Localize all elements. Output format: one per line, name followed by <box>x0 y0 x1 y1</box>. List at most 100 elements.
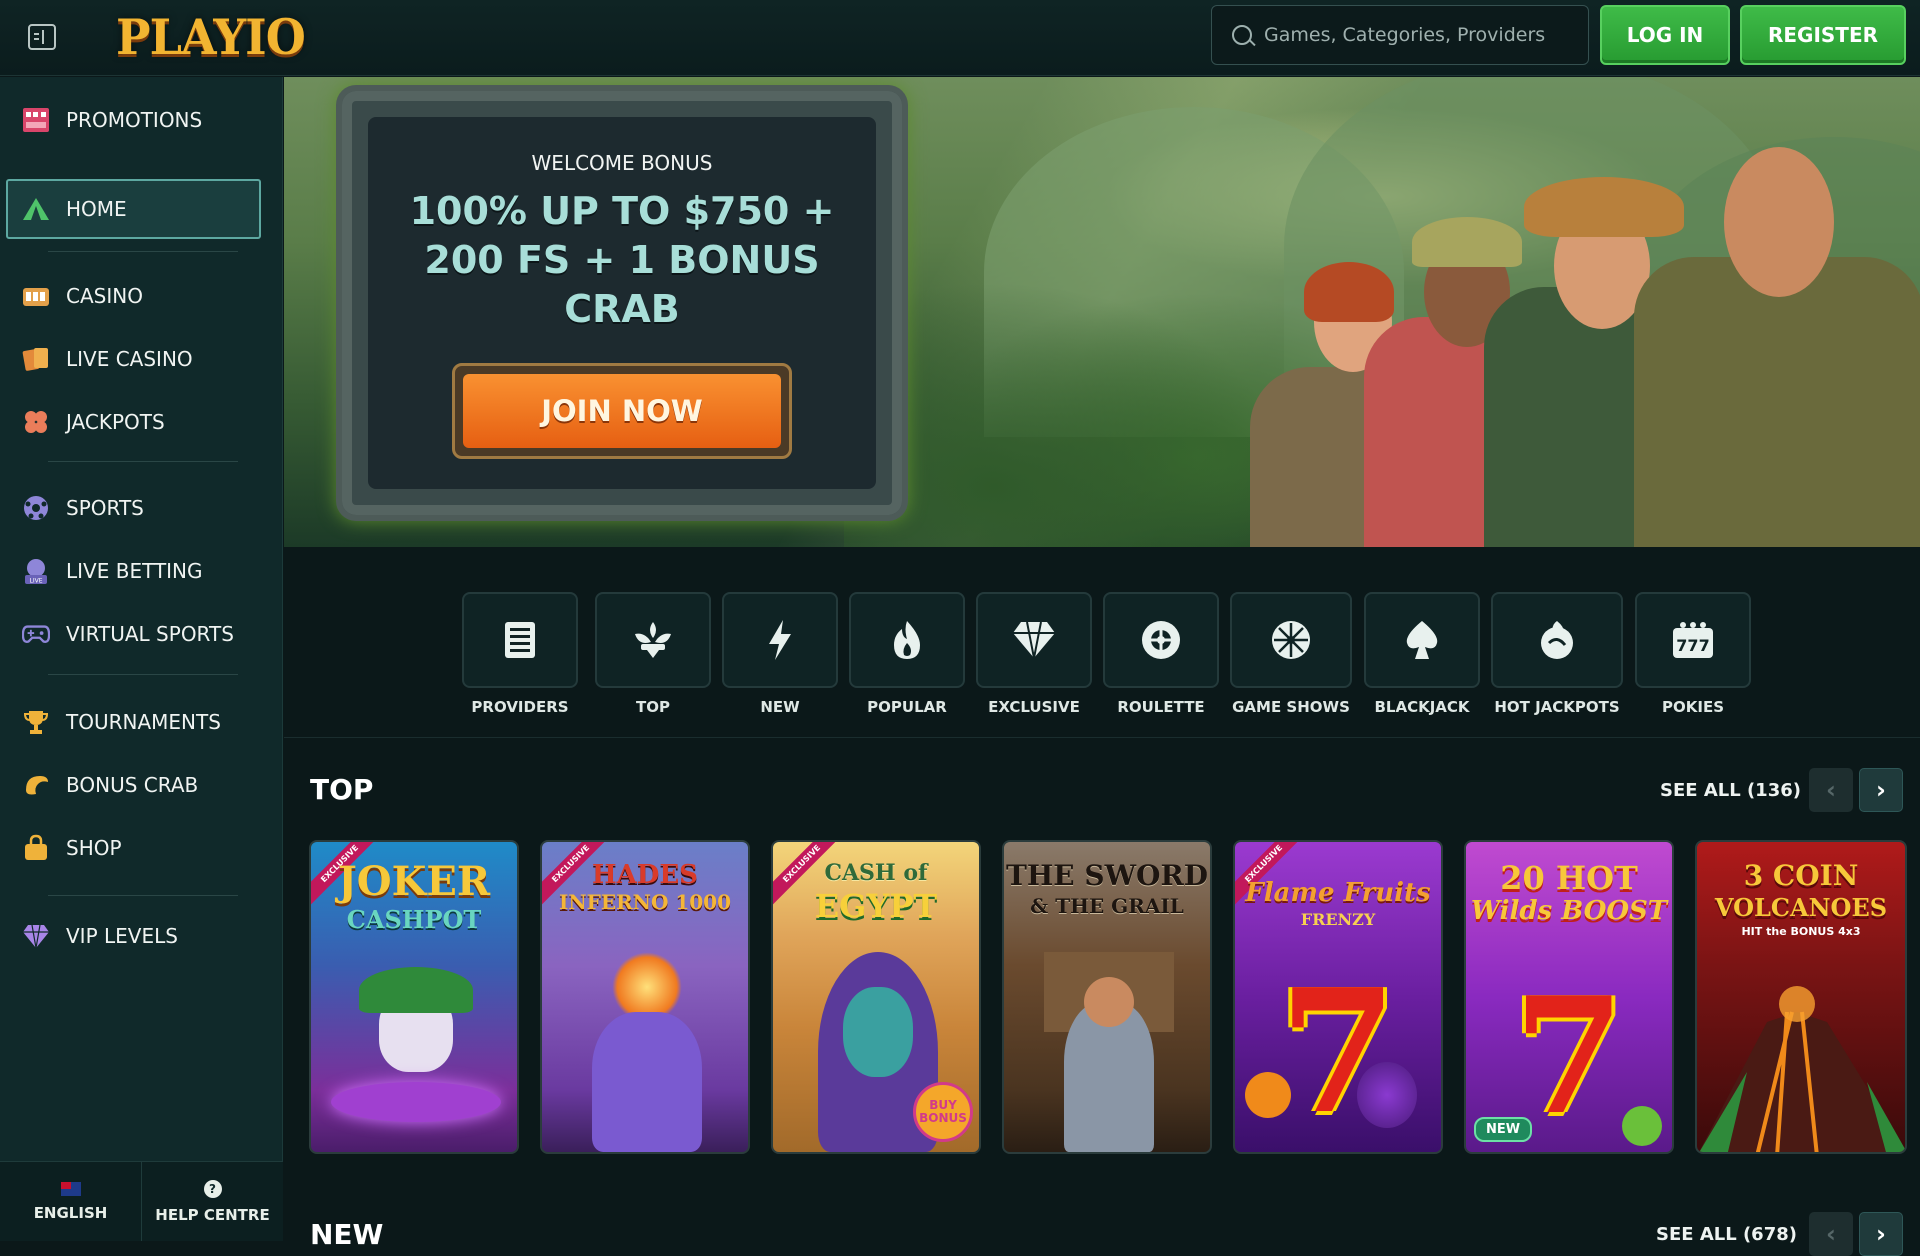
crystal-pedestal <box>331 1082 501 1122</box>
sidebar: PROMOTIONS HOME CASINO LIVE CASINO JACKP… <box>0 77 283 1241</box>
bonus-offer-line: CRAB <box>564 287 680 331</box>
sidebar-item-label: LIVE BETTING <box>66 559 203 583</box>
sidebar-item-bonus-crab[interactable]: BONUS CRAB <box>0 760 283 810</box>
sidebar-footer: ENGLISH ? HELP CENTRE <box>0 1161 283 1241</box>
carousel-next-button[interactable]: › <box>1859 1212 1903 1256</box>
category-label: NEW <box>760 698 800 716</box>
see-all-top-link[interactable]: SEE ALL (136) <box>1660 780 1801 801</box>
sidebar-item-label: TOURNAMENTS <box>66 710 221 734</box>
crab-icon <box>22 771 50 799</box>
hot-pot-icon <box>1491 592 1623 688</box>
game-tile-3-coin-volcanoes[interactable]: 3 COIN VOLCANOES HIT the BONUS 4x3 <box>1695 840 1907 1154</box>
category-label: ROULETTE <box>1117 698 1205 716</box>
svg-text:LIVE: LIVE <box>29 578 42 585</box>
category-exclusive[interactable]: EXCLUSIVE <box>976 592 1092 716</box>
carousel-prev-button[interactable]: ‹ <box>1809 768 1853 812</box>
category-hot-jackpots[interactable]: HOT JACKPOTS <box>1491 592 1623 716</box>
knight-head <box>1084 977 1134 1027</box>
game-subtitle: VOLCANOES <box>1714 893 1888 922</box>
welcome-bonus-panel: WELCOME BONUS 100% UP TO $750 + 200 FS +… <box>342 91 902 515</box>
spade-icon <box>1364 592 1480 688</box>
help-label: HELP CENTRE <box>155 1205 270 1224</box>
shopping-bag-icon <box>22 834 50 862</box>
category-roulette[interactable]: ROULETTE <box>1103 592 1219 716</box>
bonus-offer-text: 100% UP TO $750 + 200 FS + 1 BONUS CRAB <box>382 187 862 334</box>
sidebar-item-label: SHOP <box>66 836 122 860</box>
slot-machine-icon <box>22 282 50 310</box>
category-label: GAME SHOWS <box>1232 698 1350 716</box>
gift-icon <box>22 106 50 134</box>
sidebar-divider <box>48 461 238 462</box>
sidebar-divider <box>48 895 238 896</box>
top-header: PLAYIO LOG IN REGISTER <box>0 0 1920 76</box>
sidebar-divider <box>48 674 238 675</box>
game-tile-sword-and-grail[interactable]: THE SWORD & THE GRAIL <box>1002 840 1212 1154</box>
site-logo[interactable]: PLAYIO <box>116 9 306 66</box>
category-game-shows[interactable]: GAME SHOWS <box>1230 592 1352 716</box>
sidebar-item-live-betting[interactable]: LIVE LIVE BETTING <box>0 546 283 596</box>
svg-text:777: 777 <box>1676 636 1709 655</box>
bonus-offer-line: 100% UP TO $750 + <box>409 189 835 233</box>
category-label: EXCLUSIVE <box>988 698 1080 716</box>
login-button[interactable]: LOG IN <box>1600 5 1730 65</box>
sidebar-toggle-icon[interactable] <box>28 24 56 50</box>
sidebar-item-live-casino[interactable]: LIVE CASINO <box>0 334 283 384</box>
sidebar-item-label: VIP LEVELS <box>66 924 178 948</box>
game-title: THE SWORD <box>1006 859 1208 892</box>
explorer-figure <box>1634 257 1920 547</box>
clover-icon <box>22 408 50 436</box>
game-tile-cash-of-egypt[interactable]: EXCLUSIVE CASH of EGYPT BUY BONUS <box>771 840 981 1154</box>
game-tile-flame-fruits[interactable]: EXCLUSIVE Flame Fruits FRENZY 7 <box>1233 840 1443 1154</box>
game-tile-hades-inferno[interactable]: EXCLUSIVE HADES INFERNO 1000 <box>540 840 750 1154</box>
sidebar-item-sports[interactable]: SPORTS <box>0 483 283 533</box>
language-label: ENGLISH <box>33 1203 108 1222</box>
lucky-seven-symbol: 7 <box>1278 952 1398 1152</box>
orange-symbol <box>1245 1072 1291 1118</box>
category-blackjack[interactable]: BLACKJACK <box>1364 592 1480 716</box>
sidebar-item-home[interactable]: HOME <box>6 179 261 239</box>
sidebar-item-tournaments[interactable]: TOURNAMENTS <box>0 697 283 747</box>
explorer-head <box>1724 147 1834 297</box>
help-centre-link[interactable]: ? HELP CENTRE <box>141 1162 283 1241</box>
carousel-prev-button[interactable]: ‹ <box>1809 1212 1853 1256</box>
game-tagline: HIT the BONUS 4x3 <box>1741 925 1861 938</box>
section-title-top: TOP <box>310 773 374 806</box>
category-new[interactable]: NEW <box>722 592 838 716</box>
grapes-symbol <box>1357 1062 1417 1128</box>
explorer-cap <box>1412 217 1522 267</box>
trophy-icon <box>22 708 50 736</box>
category-pokies[interactable]: 777 POKIES <box>1635 592 1751 716</box>
buy-bonus-badge: BUY BONUS <box>913 1082 973 1142</box>
category-label: POKIES <box>1662 698 1724 716</box>
game-subtitle: EGYPT <box>814 887 938 925</box>
sidebar-item-jackpots[interactable]: JACKPOTS <box>0 397 283 447</box>
see-all-new-link[interactable]: SEE ALL (678) <box>1656 1224 1797 1245</box>
search-box[interactable] <box>1211 5 1589 65</box>
sidebar-item-promotions[interactable]: PROMOTIONS <box>0 95 283 145</box>
search-input[interactable] <box>1264 24 1584 46</box>
join-now-button[interactable]: JOIN NOW <box>452 363 792 459</box>
sidebar-item-vip-levels[interactable]: VIP LEVELS <box>0 911 283 961</box>
sidebar-item-virtual-sports[interactable]: VIRTUAL SPORTS <box>0 609 283 659</box>
diamond-icon <box>976 592 1092 688</box>
language-selector[interactable]: ENGLISH <box>0 1162 141 1241</box>
sidebar-item-label: HOME <box>66 197 127 221</box>
category-providers[interactable]: PROVIDERS <box>462 592 578 716</box>
category-popular[interactable]: POPULAR <box>849 592 965 716</box>
game-tile-20-hot-wilds-boost[interactable]: 20 HOT Wilds BOOST 7 NEW <box>1464 840 1674 1154</box>
slot-777-icon: 777 <box>1635 592 1751 688</box>
carousel-next-button[interactable]: › <box>1859 768 1903 812</box>
register-button[interactable]: REGISTER <box>1740 5 1906 65</box>
soccer-ball-icon <box>22 494 50 522</box>
game-tile-joker-cashpot[interactable]: EXCLUSIVE JOKER CASHPOT <box>309 840 519 1154</box>
live-icon: LIVE <box>22 557 50 585</box>
sidebar-item-casino[interactable]: CASINO <box>0 271 283 321</box>
category-top[interactable]: TOP <box>595 592 711 716</box>
game-subtitle: FRENZY <box>1300 910 1376 929</box>
game-title: 20 HOT <box>1500 859 1638 897</box>
sidebar-item-shop[interactable]: SHOP <box>0 823 283 873</box>
game-subtitle: Wilds BOOST <box>1470 896 1668 926</box>
section-title-new: NEW <box>310 1218 384 1251</box>
apple-symbol <box>1622 1106 1662 1146</box>
search-icon <box>1232 25 1252 45</box>
